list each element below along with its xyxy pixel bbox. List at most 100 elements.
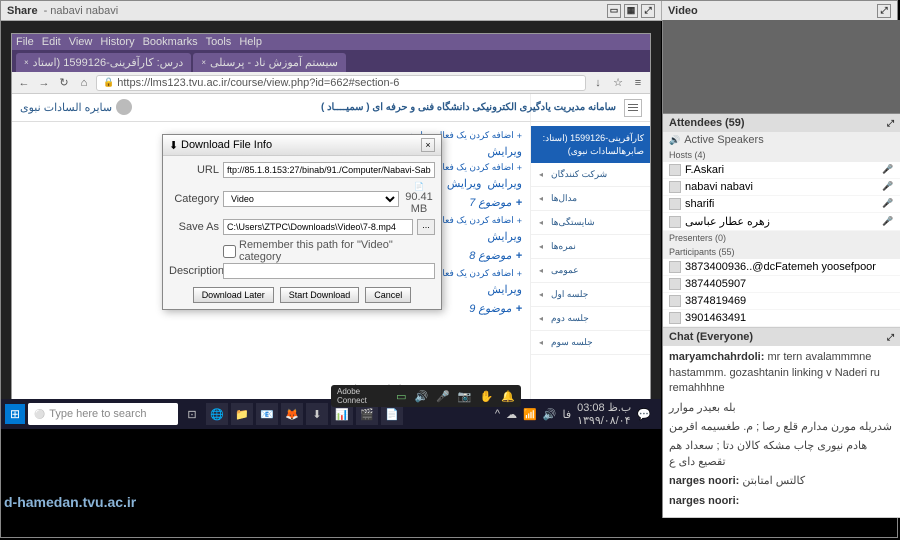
hosts-header[interactable]: Hosts (4) — [663, 148, 900, 162]
video-expand-icon[interactable]: ⤢ — [877, 4, 891, 18]
description-input[interactable] — [223, 263, 435, 279]
close-icon[interactable]: × — [201, 58, 206, 67]
wifi-icon[interactable]: 📶 — [523, 408, 537, 421]
tab-2[interactable]: ×سیستم آموزش ناد - پرسنلی — [193, 53, 346, 72]
course-title[interactable]: کارآفرینی-1599126 (استاد: صابرهالسادات ن… — [531, 126, 650, 163]
tray-icon[interactable]: ^ — [495, 408, 500, 420]
clock[interactable]: 03:08 ب.ظ١٣٩٩/٠٨/٠۴ — [577, 401, 631, 427]
address-bar: ← → ↻ ⌂ 🔒https://lms123.tvu.ac.ir/course… — [12, 72, 650, 94]
browse-button[interactable]: ... — [417, 219, 435, 235]
speaker-icon[interactable]: 🔊 — [414, 390, 428, 403]
taskbar-search[interactable]: ⚪ Type here to search — [28, 403, 178, 425]
close-icon[interactable]: × — [421, 138, 435, 152]
dialog-titlebar[interactable]: ⬇ Download File Info × — [163, 135, 441, 156]
download-dialog: ⬇ Download File Info × URL CategoryVideo… — [162, 134, 442, 310]
attendee-row[interactable]: 3901463491 — [663, 310, 900, 327]
mic-muted-icon: 🎤 — [882, 198, 894, 210]
menu-bookmarks[interactable]: Bookmarks — [143, 36, 198, 48]
chat-header[interactable]: Chat (Everyone)⤢ — [663, 328, 900, 346]
nav-competencies[interactable]: شایستگی‌ها — [531, 211, 650, 235]
user-chip[interactable]: سایره السادات نبوی — [20, 99, 132, 115]
url-input[interactable] — [223, 162, 435, 178]
saveas-input[interactable] — [223, 219, 413, 235]
share-header: Share - nabavi nabavi ▭ ▦ ⤢ — [1, 1, 661, 20]
download-icon[interactable]: ↓ — [590, 75, 606, 91]
back-icon[interactable]: ← — [16, 75, 32, 91]
menu-file[interactable]: File — [16, 36, 34, 48]
share-expand-icon[interactable]: ⤢ — [641, 4, 655, 18]
onedrive-icon[interactable]: ☁ — [506, 408, 517, 421]
notification-icon[interactable]: 💬 — [637, 408, 651, 421]
url-input[interactable]: 🔒https://lms123.tvu.ac.ir/course/view.ph… — [96, 75, 586, 91]
screen-icon[interactable]: ▭ — [396, 390, 406, 403]
menu-tools[interactable]: Tools — [206, 36, 232, 48]
share-opt2-icon[interactable]: ▦ — [624, 4, 638, 18]
tab-1[interactable]: ×درس: کارآفرینی-1599126 (استاد — [16, 53, 191, 72]
lang-icon[interactable]: فا — [562, 408, 571, 421]
share-pane: File Edit View History Bookmarks Tools H… — [1, 21, 661, 429]
menu-history[interactable]: History — [100, 36, 134, 48]
app-icon[interactable]: 📁 — [231, 403, 253, 425]
host-icon — [669, 198, 681, 210]
browser-window: File Edit View History Bookmarks Tools H… — [11, 33, 651, 413]
page-title: سامانه مدیریت یادگیری الکترونیکی دانشگاه… — [321, 102, 616, 113]
menu-edit[interactable]: Edit — [42, 36, 61, 48]
attendee-row[interactable]: 3873400936..@dcFatemeh yoosefpoor — [663, 259, 900, 276]
attendee-row[interactable]: F.Askari🎤 — [663, 162, 900, 179]
nav-session2[interactable]: جلسه دوم — [531, 307, 650, 331]
bell-icon[interactable]: 🔔 — [501, 390, 515, 403]
browser-menubar[interactable]: File Edit View History Bookmarks Tools H… — [12, 34, 650, 50]
expand-icon[interactable]: ⤢ — [887, 118, 894, 129]
task-view-icon[interactable]: ⊡ — [181, 403, 203, 425]
attendee-row[interactable]: sharifi🎤 — [663, 196, 900, 213]
attendee-row[interactable]: 3874405907 — [663, 276, 900, 293]
host-icon — [669, 164, 681, 176]
remember-checkbox[interactable] — [223, 245, 236, 258]
download-later-button[interactable]: Download Later — [193, 287, 274, 303]
cancel-button[interactable]: Cancel — [365, 287, 411, 303]
bookmark-icon[interactable]: ☆ — [610, 75, 626, 91]
nav-session3[interactable]: جلسه سوم — [531, 331, 650, 355]
nav-grades[interactable]: نمره‌ها — [531, 235, 650, 259]
forward-icon[interactable]: → — [36, 75, 52, 91]
nav-participants[interactable]: شرکت کنندگان — [531, 163, 650, 187]
nav-session1[interactable]: جلسه اول — [531, 283, 650, 307]
plus-icon: + — [516, 303, 522, 315]
adobe-connect-bar[interactable]: Adobe Connect ▭ 🔊 🎤 📷 ✋ 🔔 — [331, 385, 521, 407]
edit-link[interactable]: ویرایش — [487, 230, 522, 243]
start-button[interactable]: ⊞ — [5, 404, 25, 424]
nav-badges[interactable]: مدال‌ها — [531, 187, 650, 211]
close-icon[interactable]: × — [24, 58, 29, 67]
participants-header[interactable]: Participants (55) — [663, 245, 900, 259]
expand-icon[interactable]: ⤢ — [887, 332, 894, 343]
start-download-button[interactable]: Start Download — [280, 287, 360, 303]
volume-icon[interactable]: 🔊 — [543, 408, 557, 421]
edit-link[interactable]: ویرایش — [487, 177, 522, 190]
attendee-row[interactable]: nabavi nabavi🎤 — [663, 179, 900, 196]
menu-help[interactable]: Help — [239, 36, 262, 48]
raise-hand-icon[interactable]: ✋ — [480, 390, 494, 403]
app-icon[interactable]: 🦊 — [281, 403, 303, 425]
hamburger-icon[interactable] — [624, 99, 642, 117]
app-icon[interactable]: 🌐 — [206, 403, 228, 425]
attendee-row[interactable]: 3874819469 — [663, 293, 900, 310]
app-icon[interactable]: ⬇ — [306, 403, 328, 425]
menu-icon[interactable]: ≡ — [630, 75, 646, 91]
edit-link[interactable]: ویرایش — [487, 283, 522, 296]
home-icon[interactable]: ⌂ — [76, 75, 92, 91]
reload-icon[interactable]: ↻ — [56, 75, 72, 91]
category-select[interactable]: Video — [223, 191, 399, 207]
presenters-header[interactable]: Presenters (0) — [663, 231, 900, 245]
cam-icon[interactable]: 📷 — [458, 390, 472, 403]
nav-general[interactable]: عمومی — [531, 259, 650, 283]
edit-link[interactable]: ویرایش — [447, 177, 482, 190]
menu-view[interactable]: View — [69, 36, 93, 48]
active-speakers[interactable]: 🔊 Active Speakers — [663, 132, 900, 148]
share-opt-icon[interactable]: ▭ — [607, 4, 621, 18]
edit-link[interactable]: ویرایش — [487, 145, 522, 158]
page-content: سامانه مدیریت یادگیری الکترونیکی دانشگاه… — [12, 94, 650, 412]
mic-icon[interactable]: 🎤 — [436, 390, 450, 403]
attendee-row[interactable]: زهره عطار عباسی🎤 — [663, 213, 900, 231]
app-icon[interactable]: 📧 — [256, 403, 278, 425]
attendees-header[interactable]: Attendees (59)⤢ — [663, 114, 900, 132]
